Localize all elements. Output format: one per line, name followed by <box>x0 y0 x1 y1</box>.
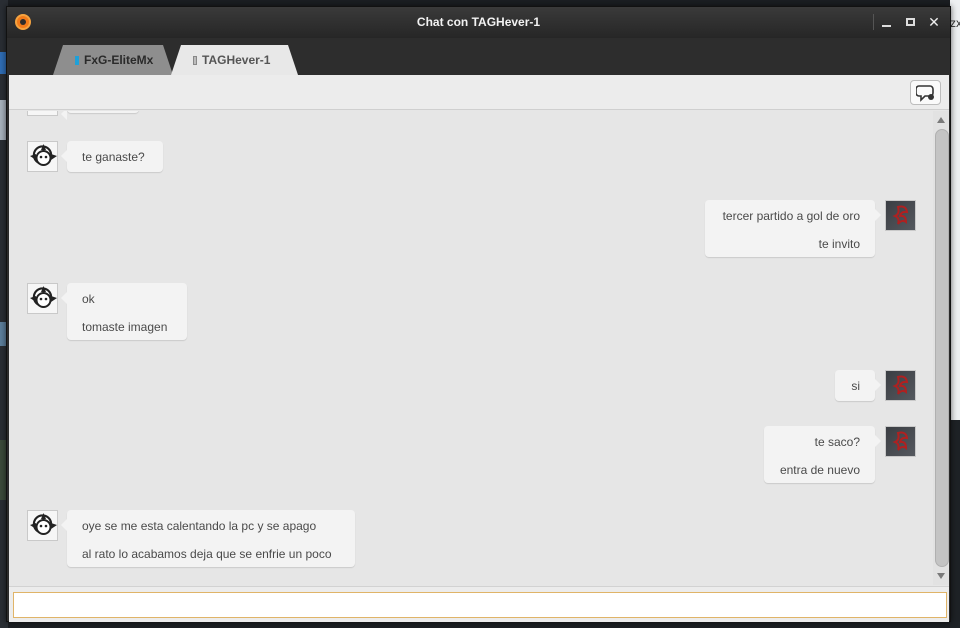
my-avatar <box>885 370 916 401</box>
scroll-up-button[interactable] <box>933 113 949 127</box>
message-bubble-friend: oye se me esta calentando la pc y se apa… <box>61 510 355 567</box>
tab-bar: FxG-EliteMx TAGHever-1 <box>7 38 950 75</box>
speech-bubble-icon <box>915 84 934 102</box>
minimize-button[interactable] <box>874 11 898 33</box>
arrow-up-icon <box>937 117 945 123</box>
message-bubble-friend: te ganaste? <box>61 141 163 172</box>
message-text: tercer partido a gol de oro <box>722 209 860 223</box>
message-text: ok <box>82 292 95 306</box>
friend-avatar <box>27 111 58 116</box>
chat-window: Chat con TAGHever-1 ✕ FxG-EliteMx TAGHev… <box>6 6 951 622</box>
tab-fxg-elitemx[interactable]: FxG-EliteMx <box>53 45 173 75</box>
close-button[interactable]: ✕ <box>922 11 946 33</box>
friend-avatar <box>27 141 58 172</box>
offline-status-icon <box>193 56 197 65</box>
friend-avatar <box>27 510 58 541</box>
desktop-right-edge: zx <box>950 0 960 628</box>
my-avatar <box>885 426 916 457</box>
message-input-area <box>9 586 949 622</box>
message-text: entra de nuevo <box>779 463 860 477</box>
chat-toolbar <box>9 75 949 110</box>
message-text: te saco? <box>814 435 860 449</box>
close-icon: ✕ <box>928 14 940 30</box>
friend-avatar <box>27 283 58 314</box>
chat-content: te ganaste? tercer partido a gol de oro … <box>9 75 949 622</box>
scroll-down-button[interactable] <box>933 569 949 583</box>
message-bubble-me: te saco? entra de nuevo <box>764 426 881 483</box>
message-text: al rato lo acabamos deja que se enfrie u… <box>82 547 332 561</box>
message-input[interactable] <box>13 592 947 618</box>
arrow-down-icon <box>937 573 945 579</box>
window-title: Chat con TAGHever-1 <box>416 15 541 29</box>
message-text: oye se me esta calentando la pc y se apa… <box>82 519 317 533</box>
window-controls: ✕ <box>873 11 946 33</box>
tab-label: FxG-EliteMx <box>84 53 154 67</box>
message-bubble-me: tercer partido a gol de oro te invito <box>705 200 881 257</box>
message-bubble-me: si <box>835 370 881 401</box>
online-status-icon <box>75 56 79 65</box>
chat-options-button[interactable] <box>910 80 941 105</box>
message-text: si <box>851 379 860 393</box>
maximize-button[interactable] <box>898 11 922 33</box>
tab-taghever-1[interactable]: TAGHever-1 <box>171 45 298 75</box>
title-bar[interactable]: Chat con TAGHever-1 ✕ <box>7 7 950 38</box>
scroll-track[interactable] <box>935 129 949 567</box>
message-bubble-partial <box>61 111 139 120</box>
message-list[interactable]: te ganaste? tercer partido a gol de oro … <box>9 111 933 585</box>
minimize-icon <box>881 25 891 27</box>
my-avatar <box>885 200 916 231</box>
message-text: tomaste imagen <box>82 320 168 334</box>
message-text: te ganaste? <box>82 150 145 164</box>
vertical-scrollbar[interactable] <box>933 111 949 585</box>
message-text: te invito <box>818 237 860 251</box>
tab-label: TAGHever-1 <box>202 53 271 67</box>
desktop-text-fragment: zx <box>950 16 960 30</box>
message-bubble-friend: ok tomaste imagen <box>61 283 187 340</box>
scroll-thumb[interactable] <box>935 129 949 567</box>
maximize-icon <box>905 18 915 26</box>
